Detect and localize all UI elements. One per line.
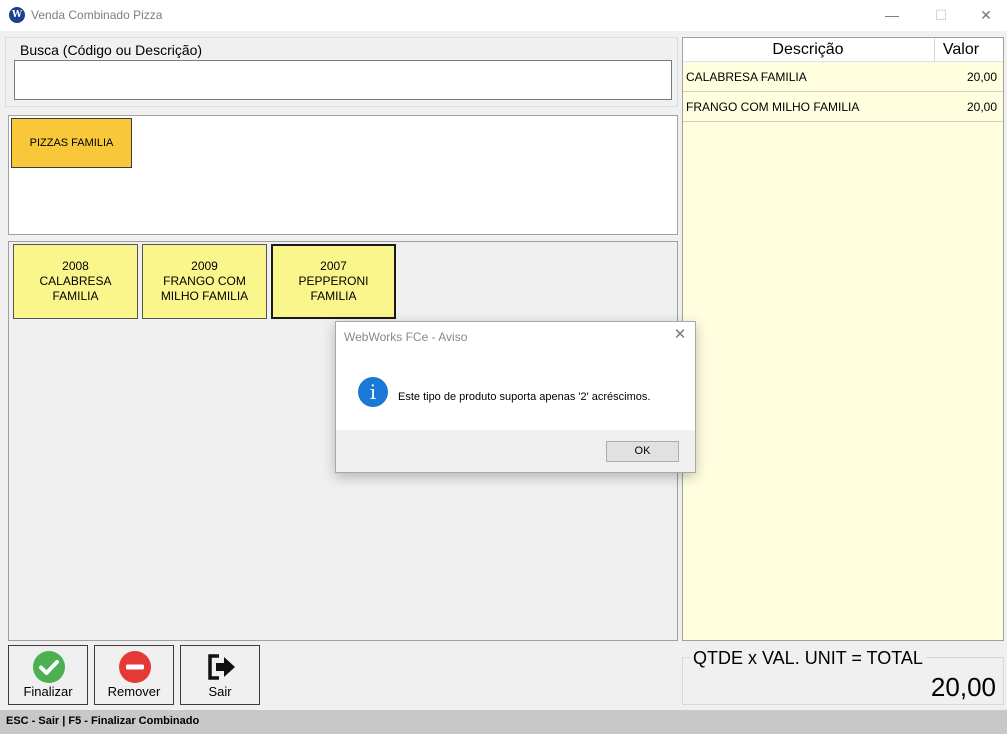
column-header-description[interactable]: Descrição: [683, 38, 933, 62]
dialog-title: WebWorks FCe - Aviso: [344, 330, 468, 344]
sair-button[interactable]: Sair: [180, 645, 260, 705]
exit-icon: [208, 654, 235, 680]
finalizar-button[interactable]: Finalizar: [8, 645, 88, 705]
total-label: QTDE x VAL. UNIT = TOTAL: [690, 648, 926, 669]
product-button-2007[interactable]: 2007 PEPPERONI FAMILIA: [271, 244, 396, 319]
finalizar-label: Finalizar: [23, 684, 73, 699]
dialog-message: Este tipo de produto suporta apenas '2' …: [398, 391, 651, 403]
groups-panel: PIZZAS FAMILIA: [8, 115, 678, 235]
minimize-button[interactable]: —: [869, 0, 915, 31]
product-name-line2: FAMILIA: [310, 289, 357, 303]
column-header-value[interactable]: Valor: [935, 38, 987, 62]
close-window-button[interactable]: ✕: [963, 0, 1007, 31]
app-logo-icon: W: [9, 7, 25, 23]
row-value: 20,00: [966, 100, 997, 114]
maximize-button[interactable]: ☐: [918, 0, 964, 31]
group-button-pizzas-familia[interactable]: PIZZAS FAMILIA: [11, 118, 132, 168]
minus-circle-icon: [119, 651, 151, 683]
row-value: 20,00: [966, 70, 997, 84]
status-bar: ESC - Sair | F5 - Finalizar Combinado: [0, 710, 1007, 734]
product-code: 2008: [62, 259, 89, 273]
dialog-close-button[interactable]: ✕: [670, 325, 690, 345]
row-description: FRANGO COM MILHO FAMILIA: [686, 100, 860, 114]
product-name-line2: FAMILIA: [52, 289, 99, 303]
window-title: Venda Combinado Pizza: [31, 8, 163, 22]
info-icon: i: [358, 377, 388, 407]
product-button-2008[interactable]: 2008 CALABRESA FAMILIA: [13, 244, 138, 319]
product-name-line1: PEPPERONI: [298, 274, 369, 288]
total-value: 20,00: [930, 672, 996, 702]
product-code: 2007: [320, 259, 347, 273]
product-button-2009[interactable]: 2009 FRANGO COM MILHO FAMILIA: [142, 244, 267, 319]
product-name-line2: MILHO FAMILIA: [160, 289, 249, 303]
grid-row[interactable]: CALABRESA FAMILIA 20,00: [683, 62, 1003, 92]
product-name-line1: FRANGO COM: [163, 274, 246, 288]
remover-button[interactable]: Remover: [94, 645, 174, 705]
search-label: Busca (Código ou Descrição): [20, 42, 203, 58]
remover-label: Remover: [107, 684, 161, 699]
ok-button[interactable]: OK: [606, 441, 679, 462]
check-icon: [33, 651, 65, 683]
search-input[interactable]: [14, 60, 672, 100]
items-grid[interactable]: [682, 37, 1004, 641]
row-description: CALABRESA FAMILIA: [686, 70, 807, 84]
sair-label: Sair: [208, 684, 232, 699]
grid-row[interactable]: FRANGO COM MILHO FAMILIA 20,00: [683, 92, 1003, 122]
product-code: 2009: [191, 259, 218, 273]
product-name-line1: CALABRESA: [39, 274, 112, 288]
